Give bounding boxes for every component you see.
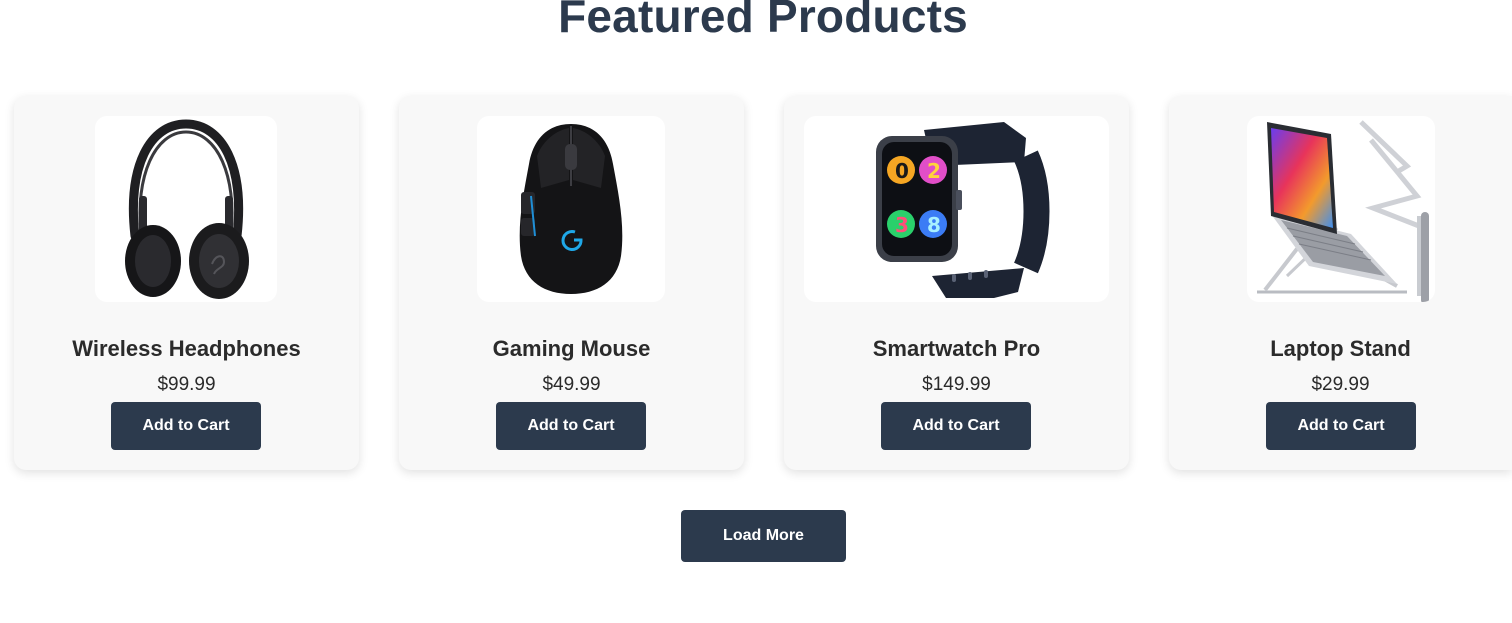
product-price: $49.99 bbox=[542, 374, 601, 395]
svg-text:8: 8 bbox=[927, 213, 941, 237]
svg-text:3: 3 bbox=[895, 213, 909, 237]
laptop-stand-image[interactable] bbox=[1247, 116, 1435, 302]
smartwatch-image[interactable]: 0 2 3 8 bbox=[804, 116, 1109, 302]
product-price: $149.99 bbox=[922, 374, 991, 395]
product-card-laptop-stand: Laptop Stand $29.99 Add to Cart bbox=[1169, 96, 1512, 470]
headphones-image[interactable] bbox=[95, 116, 277, 302]
section-title: Featured Products bbox=[558, 0, 968, 42]
product-price: $99.99 bbox=[157, 374, 216, 395]
product-card-smartwatch: 0 2 3 8 Smartwatch Pro $149.99 Add to Ca… bbox=[784, 96, 1129, 470]
product-name: Gaming Mouse bbox=[492, 336, 651, 361]
featured-products-section: Featured Products Wireless Headphones $9… bbox=[0, 0, 1512, 623]
product-name: Smartwatch Pro bbox=[872, 336, 1041, 361]
add-to-cart-button[interactable]: Add to Cart bbox=[111, 402, 261, 450]
svg-text:0: 0 bbox=[895, 159, 909, 183]
add-to-cart-button[interactable]: Add to Cart bbox=[496, 402, 646, 450]
load-more-button[interactable]: Load More bbox=[681, 510, 846, 562]
svg-text:2: 2 bbox=[927, 159, 941, 183]
product-name: Wireless Headphones bbox=[72, 336, 301, 361]
product-card-headphones: Wireless Headphones $99.99 Add to Cart bbox=[14, 96, 359, 470]
product-card-gaming-mouse: Gaming Mouse $49.99 Add to Cart bbox=[399, 96, 744, 470]
add-to-cart-button[interactable]: Add to Cart bbox=[881, 402, 1031, 450]
add-to-cart-button[interactable]: Add to Cart bbox=[1266, 402, 1416, 450]
gaming-mouse-image[interactable] bbox=[477, 116, 665, 302]
product-name: Laptop Stand bbox=[1270, 336, 1411, 361]
product-price: $29.99 bbox=[1311, 374, 1370, 395]
